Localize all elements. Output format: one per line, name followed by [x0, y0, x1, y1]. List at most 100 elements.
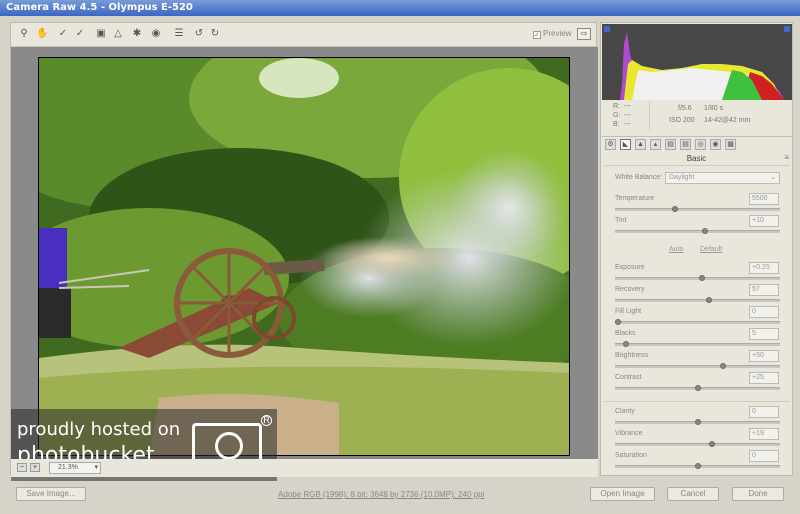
watermark-line1: proudly hosted on: [17, 419, 181, 440]
b-label: B:: [613, 121, 620, 128]
slider-thumb[interactable]: [672, 206, 679, 212]
tab-camera-calibration-icon[interactable]: ◉: [710, 139, 721, 150]
workflow-options-link[interactable]: Adobe RGB (1998); 8 bit; 3648 by 2736 (1…: [278, 490, 484, 499]
slider-value-field[interactable]: +10: [749, 215, 779, 227]
readout-divider: [649, 101, 650, 131]
slider-track[interactable]: [615, 228, 780, 234]
registered-icon: R: [261, 415, 272, 426]
white-balance-tool-icon[interactable]: ✓: [57, 28, 69, 40]
g-label: G:: [613, 112, 621, 119]
slider-thumb[interactable]: [699, 275, 706, 281]
slider-label: Tint: [615, 217, 627, 224]
g-value: ---: [624, 112, 631, 119]
b-value: ---: [624, 121, 631, 128]
white-balance-select[interactable]: Daylight ⌄: [665, 172, 780, 184]
bottom-bar: Save Image... Adobe RGB (1998); 8 bit; 3…: [0, 484, 800, 514]
slider-track[interactable]: [615, 441, 780, 447]
done-button[interactable]: Done: [732, 487, 784, 501]
slider-value-field[interactable]: 5: [749, 328, 779, 340]
preview-checkbox[interactable]: ✓: [533, 31, 541, 39]
tab-detail-icon[interactable]: ▴: [650, 139, 661, 150]
photo-image: [39, 58, 569, 455]
slider-track[interactable]: [615, 419, 780, 425]
adjustment-panel: R: --- G: --- B: --- f/5.6 1/80 s ISO 20…: [600, 22, 793, 476]
slider-label: Saturation: [615, 452, 647, 459]
slider-thumb[interactable]: [708, 441, 715, 447]
slider-track[interactable]: [615, 463, 780, 469]
slider-track[interactable]: [615, 275, 780, 281]
zoom-out-button[interactable]: −: [17, 463, 27, 472]
slider-thumb[interactable]: [702, 228, 709, 234]
slider-thumb[interactable]: [694, 463, 701, 469]
retouch-tool-icon[interactable]: ✱: [131, 28, 143, 40]
tab-hsl-icon[interactable]: ▤: [665, 139, 676, 150]
slider-thumb[interactable]: [622, 341, 629, 347]
zoom-bar: − + 21.3% ▾: [11, 459, 598, 477]
save-image-button[interactable]: Save Image...: [16, 487, 86, 501]
tab-split-toning-icon[interactable]: ▤: [680, 139, 691, 150]
slider-label: Contrast: [615, 374, 642, 381]
slider-thumb[interactable]: [719, 363, 726, 369]
slider-value-field[interactable]: 5500: [749, 193, 779, 205]
camera-raw-dialog: ⚲ ✋ ✓ ✓ ▣ △ ✱ ◉ ☰ ↺ ↻ ✓ Preview ⇨ proudl…: [0, 16, 800, 514]
default-link[interactable]: Default: [700, 246, 722, 253]
zoom-tool-icon[interactable]: ⚲: [18, 28, 30, 40]
slider-value-field[interactable]: +25: [749, 372, 779, 384]
open-image-button[interactable]: Open Image: [590, 487, 655, 501]
slider-track[interactable]: [615, 319, 780, 325]
tab-tone-curve-icon[interactable]: ▲: [635, 139, 646, 150]
slider-value-field[interactable]: 0: [749, 306, 779, 318]
slider-track[interactable]: [615, 363, 780, 369]
tab-basic-icon[interactable]: ◣: [620, 139, 631, 150]
color-sampler-tool-icon[interactable]: ✓: [74, 28, 86, 40]
fullscreen-icon[interactable]: ⇨: [577, 28, 591, 40]
straighten-tool-icon[interactable]: △: [112, 28, 124, 40]
white-balance-value: Daylight: [669, 174, 695, 181]
slider-thumb[interactable]: [694, 419, 701, 425]
tab-settings-gear-icon[interactable]: ⚙: [605, 139, 616, 150]
preview-label: Preview: [543, 29, 572, 38]
preferences-icon[interactable]: ☰: [173, 28, 185, 40]
highlight-clipping-icon[interactable]: [784, 26, 790, 32]
slider-value-field[interactable]: +19: [749, 428, 779, 440]
divider: [604, 165, 790, 166]
shutter-value: 1/80 s: [704, 105, 724, 112]
image-canvas: proudly hosted on photobucket R: [11, 47, 598, 481]
slider-thumb[interactable]: [705, 297, 712, 303]
slider-value-field[interactable]: 0: [749, 406, 779, 418]
slider-track[interactable]: [615, 341, 780, 347]
crop-tool-icon[interactable]: ▣: [95, 28, 107, 40]
slider-value-field[interactable]: +50: [749, 350, 779, 362]
slider-label: Recovery: [615, 286, 645, 293]
slider-label: Blacks: [615, 330, 636, 337]
slider-track[interactable]: [615, 385, 780, 391]
photo-preview[interactable]: [38, 57, 570, 456]
slider-label: Brightness: [615, 352, 649, 359]
rotate-right-icon[interactable]: ↻: [209, 28, 221, 40]
slider-value-field[interactable]: 0: [749, 450, 779, 462]
slider-label: Fill Light: [615, 308, 642, 315]
shadow-clipping-icon[interactable]: [604, 26, 610, 32]
panel-menu-icon[interactable]: ≡: [784, 153, 789, 162]
slider-track[interactable]: [615, 297, 780, 303]
cancel-button[interactable]: Cancel: [667, 487, 719, 501]
r-value: ---: [624, 103, 631, 110]
preview-toggle[interactable]: ✓ Preview: [533, 29, 571, 39]
slider-thumb[interactable]: [694, 385, 701, 391]
auto-link[interactable]: Auto: [669, 246, 683, 253]
zoom-in-button[interactable]: +: [30, 463, 40, 472]
slider-thumb[interactable]: [615, 319, 621, 325]
rotate-left-icon[interactable]: ↺: [193, 28, 205, 40]
zoom-select[interactable]: 21.3% ▾: [49, 462, 101, 474]
red-eye-tool-icon[interactable]: ◉: [150, 28, 162, 40]
lens-value: 14-42@42 mm: [704, 117, 751, 124]
hand-tool-icon[interactable]: ✋: [36, 28, 48, 40]
slider-value-field[interactable]: +0.25: [749, 262, 779, 274]
tab-lens-icon[interactable]: ◎: [695, 139, 706, 150]
divider: [604, 401, 790, 402]
tab-presets-icon[interactable]: ▦: [725, 139, 736, 150]
slider-track[interactable]: [615, 206, 780, 212]
slider-value-field[interactable]: 57: [749, 284, 779, 296]
tool-bar: ⚲ ✋ ✓ ✓ ▣ △ ✱ ◉ ☰ ↺ ↻ ✓ Preview ⇨: [11, 23, 598, 47]
preview-panel: ⚲ ✋ ✓ ✓ ▣ △ ✱ ◉ ☰ ↺ ↻ ✓ Preview ⇨ proudl…: [10, 22, 598, 481]
